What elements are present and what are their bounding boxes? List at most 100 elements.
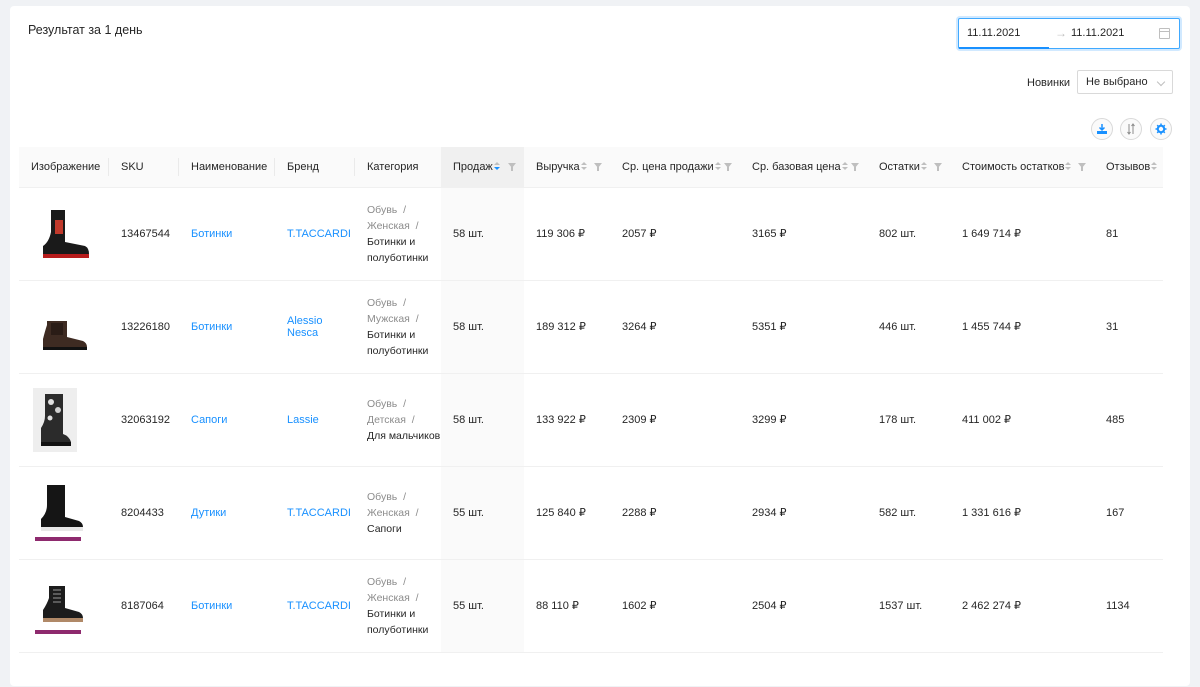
product-name-link[interactable]: Ботинки xyxy=(179,559,275,653)
stock-cell: 1537 шт. xyxy=(867,559,950,653)
boot-tall-black-icon xyxy=(35,484,83,541)
sku-cell: 13226180 xyxy=(109,280,179,374)
filter-icon[interactable] xyxy=(594,163,602,171)
page-title: Результат за 1 день xyxy=(28,23,143,37)
sort-desc-icon[interactable] xyxy=(493,161,500,172)
col-header-brand: Бренд xyxy=(275,147,355,188)
date-from-input[interactable]: 11.11.2021 xyxy=(967,27,1020,39)
sales-cell: 58 шт. xyxy=(441,187,524,281)
sales-cell: 55 шт. xyxy=(441,559,524,653)
reviews-cell: 81 xyxy=(1094,187,1163,281)
category-cell: Обувь / Женская / Ботинки и полуботинки xyxy=(355,187,441,281)
avg-price-cell: 2309 ₽ xyxy=(610,373,740,467)
boot-camo-icon xyxy=(33,387,77,452)
col-header-sales[interactable]: Продаж xyxy=(441,147,524,188)
sales-cell: 58 шт. xyxy=(441,373,524,467)
sku-cell: 13467544 xyxy=(109,187,179,281)
table-header-row: Изображение SKU Наименование Бренд Катег… xyxy=(19,147,1163,188)
table-row: 8204433 Дутики T.TACCARDI Обувь / Женская… xyxy=(19,466,1163,560)
stock-value-cell: 1 455 744 ₽ xyxy=(950,280,1094,374)
sales-cell: 58 шт. xyxy=(441,280,524,374)
base-price-cell: 5351 ₽ xyxy=(740,280,867,374)
category-cell: Обувь / Мужская / Ботинки и полуботинки xyxy=(355,280,441,374)
base-price-cell: 2934 ₽ xyxy=(740,466,867,560)
revenue-cell: 125 840 ₽ xyxy=(524,466,610,560)
filter-icon[interactable] xyxy=(851,163,859,171)
base-price-cell: 3299 ₽ xyxy=(740,373,867,467)
sort-icon[interactable] xyxy=(841,161,848,172)
sort-arrows-icon xyxy=(1127,123,1135,135)
sort-icon[interactable] xyxy=(714,161,721,172)
date-to-input[interactable]: 11.11.2021 xyxy=(1071,27,1124,39)
chevron-down-icon xyxy=(1156,77,1166,87)
boot-red-black-icon xyxy=(43,209,89,258)
active-input-underline xyxy=(959,47,1049,49)
reviews-cell: 1134 xyxy=(1094,559,1163,653)
brand-link[interactable]: Lassie xyxy=(275,373,355,467)
col-header-avg-price[interactable]: Ср. цена продажи xyxy=(610,147,740,188)
sort-icon[interactable] xyxy=(1151,161,1158,172)
download-icon xyxy=(1097,124,1107,134)
col-header-base-price[interactable]: Ср. базовая цена xyxy=(740,147,867,188)
avg-price-cell: 1602 ₽ xyxy=(610,559,740,653)
sort-icon[interactable] xyxy=(920,161,927,172)
calendar-icon xyxy=(1159,28,1170,39)
download-button[interactable] xyxy=(1091,118,1113,140)
brand-link[interactable]: T.TACCARDI xyxy=(275,466,355,560)
brand-link[interactable]: Alessio Nesca xyxy=(275,280,355,374)
col-header-image: Изображение xyxy=(19,147,109,188)
date-range-picker[interactable]: 11.11.2021 → 11.11.2021 xyxy=(958,18,1180,49)
product-image[interactable] xyxy=(31,202,95,266)
col-header-stock[interactable]: Остатки xyxy=(867,147,950,188)
stock-value-cell: 2 462 274 ₽ xyxy=(950,559,1094,653)
revenue-cell: 133 922 ₽ xyxy=(524,373,610,467)
avg-price-cell: 3264 ₽ xyxy=(610,280,740,374)
col-header-stock-value[interactable]: Стоимость остатков xyxy=(950,147,1094,188)
product-name-link[interactable]: Ботинки xyxy=(179,280,275,374)
avg-price-cell: 2057 ₽ xyxy=(610,187,740,281)
reviews-cell: 167 xyxy=(1094,466,1163,560)
brand-link[interactable]: T.TACCARDI xyxy=(275,187,355,281)
table-row: 13467544 Ботинки T.TACCARDI Обувь / Женск… xyxy=(19,187,1163,281)
product-image[interactable] xyxy=(31,295,95,359)
sku-cell: 32063192 xyxy=(109,373,179,467)
table-row: 13226180 Ботинки Alessio Nesca Обувь / Му… xyxy=(19,280,1163,374)
product-image[interactable] xyxy=(31,481,95,545)
filter-icon[interactable] xyxy=(934,163,942,171)
stock-cell: 446 шт. xyxy=(867,280,950,374)
reviews-cell: 485 xyxy=(1094,373,1163,467)
product-name-link[interactable]: Дутики xyxy=(179,466,275,560)
stock-value-cell: 411 002 ₽ xyxy=(950,373,1094,467)
stock-cell: 802 шт. xyxy=(867,187,950,281)
brand-link[interactable]: T.TACCARDI xyxy=(275,559,355,653)
product-name-link[interactable]: Сапоги xyxy=(179,373,275,467)
table-row: 32063192 Сапоги Lassie Обувь / Детская / Д… xyxy=(19,373,1163,467)
products-table: Изображение SKU Наименование Бренд Катег… xyxy=(19,147,1163,687)
col-header-reviews[interactable]: Отзывов xyxy=(1094,147,1163,188)
arrow-right-icon: → xyxy=(1055,26,1067,40)
novinki-label: Новинки xyxy=(1027,77,1071,89)
stock-value-cell: 1 331 616 ₽ xyxy=(950,466,1094,560)
boot-black-laced-icon xyxy=(35,585,83,634)
base-price-cell: 3165 ₽ xyxy=(740,187,867,281)
settings-button[interactable] xyxy=(1150,118,1172,140)
sort-icon[interactable] xyxy=(1065,161,1072,172)
product-image[interactable] xyxy=(31,574,95,638)
category-cell: Обувь / Детская / Для мальчиков xyxy=(355,373,441,467)
table-row: 8187064 Ботинки T.TACCARDI Обувь / Женска… xyxy=(19,559,1163,653)
filter-icon[interactable] xyxy=(508,163,516,171)
product-name-link[interactable]: Ботинки xyxy=(179,187,275,281)
revenue-cell: 189 312 ₽ xyxy=(524,280,610,374)
filter-icon[interactable] xyxy=(724,163,732,171)
revenue-cell: 88 110 ₽ xyxy=(524,559,610,653)
novinki-select[interactable]: Не выбрано xyxy=(1077,70,1173,94)
filter-icon[interactable] xyxy=(1078,163,1086,171)
base-price-cell: 2504 ₽ xyxy=(740,559,867,653)
sort-button[interactable] xyxy=(1120,118,1142,140)
sort-icon[interactable] xyxy=(580,161,587,172)
sales-cell: 55 шт. xyxy=(441,466,524,560)
stock-cell: 178 шт. xyxy=(867,373,950,467)
col-header-revenue[interactable]: Выручка xyxy=(524,147,610,188)
product-image[interactable] xyxy=(31,387,95,452)
category-cell: Обувь / Женская / Сапоги xyxy=(355,466,441,560)
